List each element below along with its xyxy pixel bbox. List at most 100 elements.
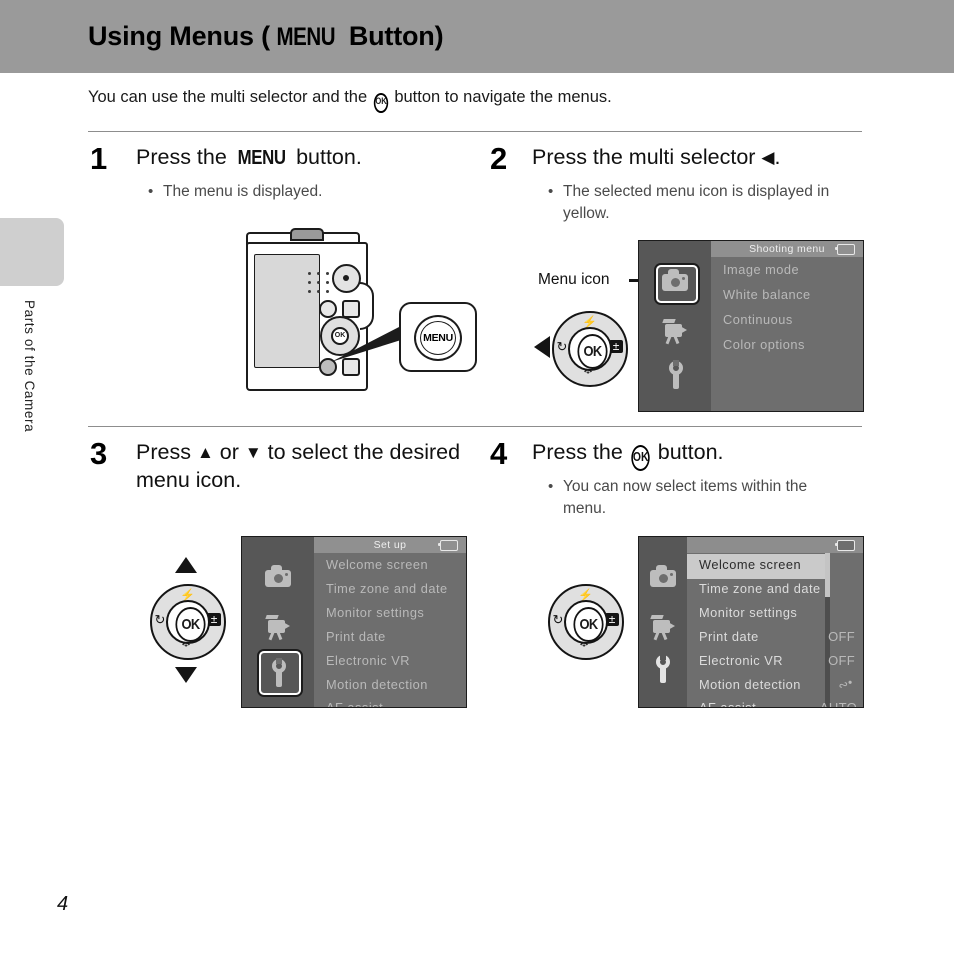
shooting-tab-icon[interactable]: [265, 565, 291, 589]
ok-button-ring: OK: [166, 600, 210, 644]
lcd-list-item[interactable]: White balance: [723, 287, 811, 302]
zoom-control-ring: [332, 264, 361, 293]
step-2-heading-after: .: [774, 145, 781, 169]
lcd-list-item[interactable]: Monitor settings: [699, 605, 797, 620]
lcd-item-value: OFF: [828, 629, 855, 644]
lcd-list-item[interactable]: Electronic VR: [699, 653, 783, 668]
lcd-list-item[interactable]: AF assist: [699, 700, 756, 707]
lcd-list-item[interactable]: Monitor settings: [326, 605, 424, 620]
lcd-list-item[interactable]: Print date: [326, 629, 386, 644]
step-1-heading-before: Press the: [136, 145, 233, 169]
camera-multi-selector: OK: [320, 316, 360, 356]
down-press-arrow-icon: [175, 667, 197, 683]
lcd-list-item[interactable]: Welcome screen: [326, 557, 428, 572]
playback-button: [342, 300, 360, 318]
camera-menu-button: [319, 358, 337, 376]
lcd-list-item[interactable]: Print date: [699, 629, 759, 644]
bullet-dot-icon: •: [548, 183, 554, 200]
lcd-list-item[interactable]: Color options: [723, 337, 805, 352]
movie-tab-icon[interactable]: [649, 614, 677, 642]
bullet-dot-icon: •: [548, 478, 554, 495]
speaker-dot: [326, 281, 329, 284]
step-4-heading-after: button.: [651, 440, 724, 464]
setup-tab-icon[interactable]: [652, 654, 674, 685]
lcd-item-list: Welcome screen Time zone and date Monito…: [687, 537, 863, 707]
speaker-dot: [326, 272, 329, 275]
camera-delete-button: [342, 358, 360, 376]
self-timer-icon: ↻: [552, 612, 564, 627]
multi-selector-step3: ⚡ ↻ ± ❄ OK: [150, 557, 240, 683]
ok-button-icon: OK: [631, 445, 650, 471]
lcd-item-value: AUTO: [819, 700, 857, 708]
menu-icon-callout-label: Menu icon: [538, 271, 610, 288]
ok-button-center: OK: [576, 333, 608, 369]
step-2-rule: [488, 131, 862, 132]
lcd-item-value: OFF: [828, 653, 855, 668]
step-2-heading: Press the multi selector ◀.: [532, 144, 862, 172]
lcd-setup-menu-step3: Set up Welcome screen Time zone and date…: [241, 536, 467, 708]
chapter-label: Parts of the Camera: [22, 300, 37, 433]
camera-ok-button: OK: [331, 327, 349, 345]
lcd-list-item[interactable]: AF assist: [326, 700, 383, 707]
self-timer-icon: ↻: [556, 339, 568, 354]
lcd-list-item[interactable]: Time zone and date: [326, 581, 448, 596]
speaker-dot: [308, 290, 311, 293]
shooting-tab-icon[interactable]: [662, 269, 688, 293]
step-3-heading-mid: or: [213, 440, 245, 464]
multi-selector-step4: ⚡ ↻ ± ❄ OK: [548, 584, 638, 674]
lcd-list-item[interactable]: Time zone and date: [699, 581, 821, 596]
lcd-list-item[interactable]: Motion detection: [326, 677, 428, 692]
step-1-rule: [88, 131, 488, 132]
up-arrow-icon: ▲: [196, 443, 214, 462]
setup-tab-icon[interactable]: [268, 658, 290, 689]
ok-button-icon: OK: [373, 92, 388, 113]
shooting-mode-button: [319, 300, 337, 318]
setup-tab-icon[interactable]: [665, 360, 687, 391]
page-title-text-before: Using Menus (: [88, 21, 270, 51]
down-arrow-icon: ▼: [244, 443, 262, 462]
step-2-number: 2: [490, 141, 508, 176]
step-4-heading-before: Press the: [532, 440, 629, 464]
ok-button-center: OK: [174, 606, 206, 642]
lcd-list-item[interactable]: Motion detection: [699, 677, 801, 692]
left-press-arrow-icon: [534, 336, 550, 358]
lcd-tab-column: [639, 241, 711, 411]
intro-text-after: button to navigate the menus.: [389, 88, 612, 106]
ok-button-center: OK: [572, 606, 604, 642]
intro-paragraph: You can use the multi selector and the O…: [88, 88, 612, 113]
step-1-bullet-1: • The menu is displayed.: [148, 181, 463, 203]
menu-button-callout-label: MENU: [420, 321, 456, 355]
battery-icon: [437, 540, 458, 551]
chapter-tab: [0, 218, 64, 286]
page-title: Using Menus (MENU Button): [88, 21, 444, 52]
step-4-rule: [488, 426, 862, 427]
step-4-heading: Press the OK button.: [532, 439, 862, 471]
lcd-list-item[interactable]: Image mode: [723, 262, 799, 277]
left-arrow-icon: ◀: [761, 148, 775, 167]
step-3-number: 3: [90, 436, 108, 471]
lcd-tab-column: [639, 537, 687, 707]
movie-tab-icon[interactable]: [661, 318, 689, 346]
lcd-setup-menu-step4: Welcome screen Time zone and date Monito…: [638, 536, 864, 708]
step-1-heading: Press the MENU button.: [136, 144, 486, 172]
zoom-center-dot: [342, 274, 349, 281]
lcd-list-item[interactable]: Welcome screen: [699, 557, 801, 572]
menu-button-callout: MENU: [399, 302, 477, 372]
motion-detection-icon: ∾•: [836, 674, 855, 694]
lcd-shooting-menu: Shooting menu Image mode White balance C…: [638, 240, 864, 412]
ok-button-ring: OK: [568, 327, 612, 371]
step-1-heading-after: button.: [290, 145, 362, 169]
step-3-heading: Press ▲ or ▼ to select the desired menu …: [136, 439, 476, 494]
multi-selector-step2: ⚡ ↻ ± ❄ OK: [534, 311, 642, 401]
scrollbar-thumb[interactable]: [825, 553, 830, 597]
shooting-tab-icon[interactable]: [650, 565, 676, 589]
lcd-list-item[interactable]: Continuous: [723, 312, 793, 327]
page-number: 4: [57, 893, 69, 915]
step-2-heading-before: Press the multi selector: [532, 145, 762, 169]
lcd-list-item[interactable]: Electronic VR: [326, 653, 410, 668]
ok-button-ring: OK: [564, 600, 608, 644]
camera-back-illustration: OK MENU: [236, 228, 477, 393]
up-press-arrow-icon: [175, 557, 197, 573]
movie-tab-icon[interactable]: [264, 614, 292, 642]
self-timer-icon: ↻: [154, 612, 166, 627]
